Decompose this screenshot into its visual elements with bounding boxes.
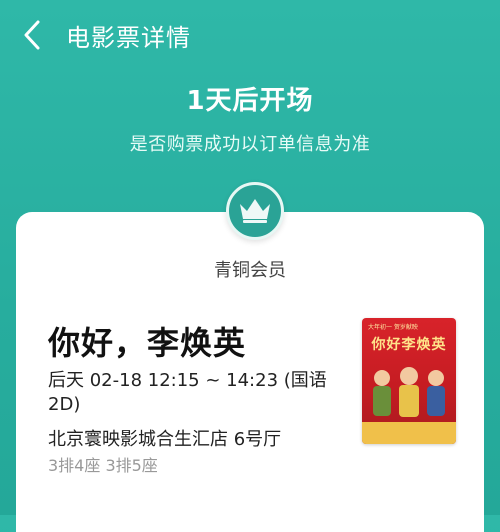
back-button[interactable] xyxy=(18,18,48,52)
poster-figures-image xyxy=(373,367,445,417)
poster-top-text: 大年初一 贺岁献映 xyxy=(368,324,418,331)
crown-icon xyxy=(240,199,270,223)
seat-info: 3排4座 3排5座 xyxy=(48,456,158,475)
member-level-label: 青铜会员 xyxy=(214,260,286,281)
showtime-info: 后天 02-18 12:15 ~ 14:23 (国语 2D) xyxy=(48,370,327,415)
poster-strip xyxy=(362,422,456,444)
member-badge xyxy=(226,182,284,240)
poster-title: 你好李焕英 xyxy=(371,337,447,353)
movie-title: 你好，李焕英 xyxy=(48,324,247,362)
cinema-hall[interactable]: 北京寰映影城合生汇店 6号厅 xyxy=(48,425,281,451)
header: 电影票详情 xyxy=(0,0,500,70)
page-title: 电影票详情 xyxy=(66,24,191,52)
countdown-status: 1天后开场 xyxy=(186,86,314,116)
status-note: 是否购票成功以订单信息为准 xyxy=(129,134,371,155)
chevron-left-icon xyxy=(24,20,40,50)
movie-poster[interactable]: 大年初一 贺岁献映 你好李焕英 xyxy=(362,318,456,444)
